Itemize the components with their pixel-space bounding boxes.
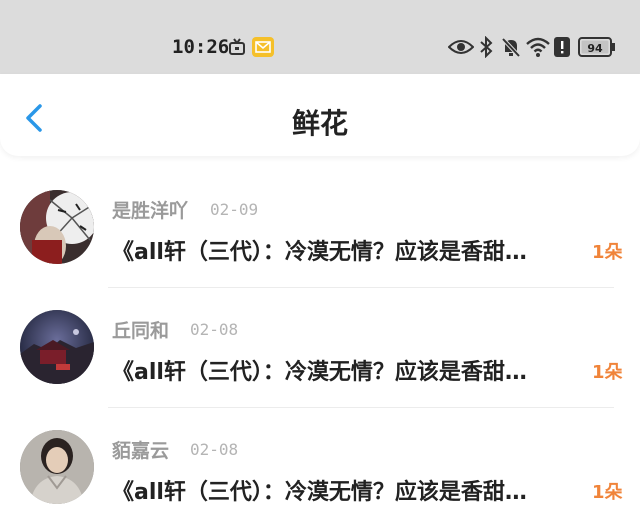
post-date: 02-09 bbox=[210, 200, 259, 219]
nav-bar: 鲜花 bbox=[0, 74, 640, 156]
flower-count: 1朵 bbox=[592, 482, 623, 503]
list-item[interactable]: 貊嘉云 02-08 《all轩（三代）：冷漠无情？应该是香甜… 1朵 bbox=[0, 408, 640, 528]
mail-notification-icon bbox=[252, 37, 274, 61]
list-item[interactable]: 是胜洋吖 02-09 《all轩（三代）：冷漠无情？应该是香甜… 1朵 bbox=[0, 168, 640, 288]
mute-bell-icon bbox=[500, 36, 522, 62]
wifi-icon bbox=[526, 37, 550, 61]
flower-count: 1朵 bbox=[592, 362, 623, 383]
author-name[interactable]: 丘同和 bbox=[112, 316, 169, 343]
author-name[interactable]: 貊嘉云 bbox=[112, 436, 169, 463]
avatar[interactable] bbox=[20, 430, 94, 504]
post-date: 02-08 bbox=[190, 320, 239, 339]
alert-icon bbox=[554, 37, 570, 61]
page-title: 鲜花 bbox=[291, 107, 348, 140]
bluetooth-icon bbox=[478, 35, 494, 62]
status-time: 10:26 bbox=[172, 36, 230, 58]
tv-icon bbox=[228, 38, 246, 60]
avatar[interactable] bbox=[20, 190, 94, 264]
post-title[interactable]: 《all轩（三代）：冷漠无情？应该是香甜… bbox=[112, 234, 590, 266]
battery-level: 94 bbox=[587, 42, 603, 55]
flower-count: 1朵 bbox=[592, 242, 623, 263]
avatar[interactable] bbox=[20, 310, 94, 384]
status-bar: 10:26 94 bbox=[0, 0, 640, 74]
post-title[interactable]: 《all轩（三代）：冷漠无情？应该是香甜… bbox=[112, 474, 590, 506]
eye-icon bbox=[447, 38, 475, 60]
author-name[interactable]: 是胜洋吖 bbox=[112, 196, 188, 223]
post-title[interactable]: 《all轩（三代）：冷漠无情？应该是香甜… bbox=[112, 354, 590, 386]
list-item[interactable]: 丘同和 02-08 《all轩（三代）：冷漠无情？应该是香甜… 1朵 bbox=[0, 288, 640, 408]
flower-list: 是胜洋吖 02-09 《all轩（三代）：冷漠无情？应该是香甜… 1朵 丘同和 … bbox=[0, 168, 640, 528]
post-date: 02-08 bbox=[190, 440, 239, 459]
battery-icon: 94 bbox=[578, 37, 616, 61]
